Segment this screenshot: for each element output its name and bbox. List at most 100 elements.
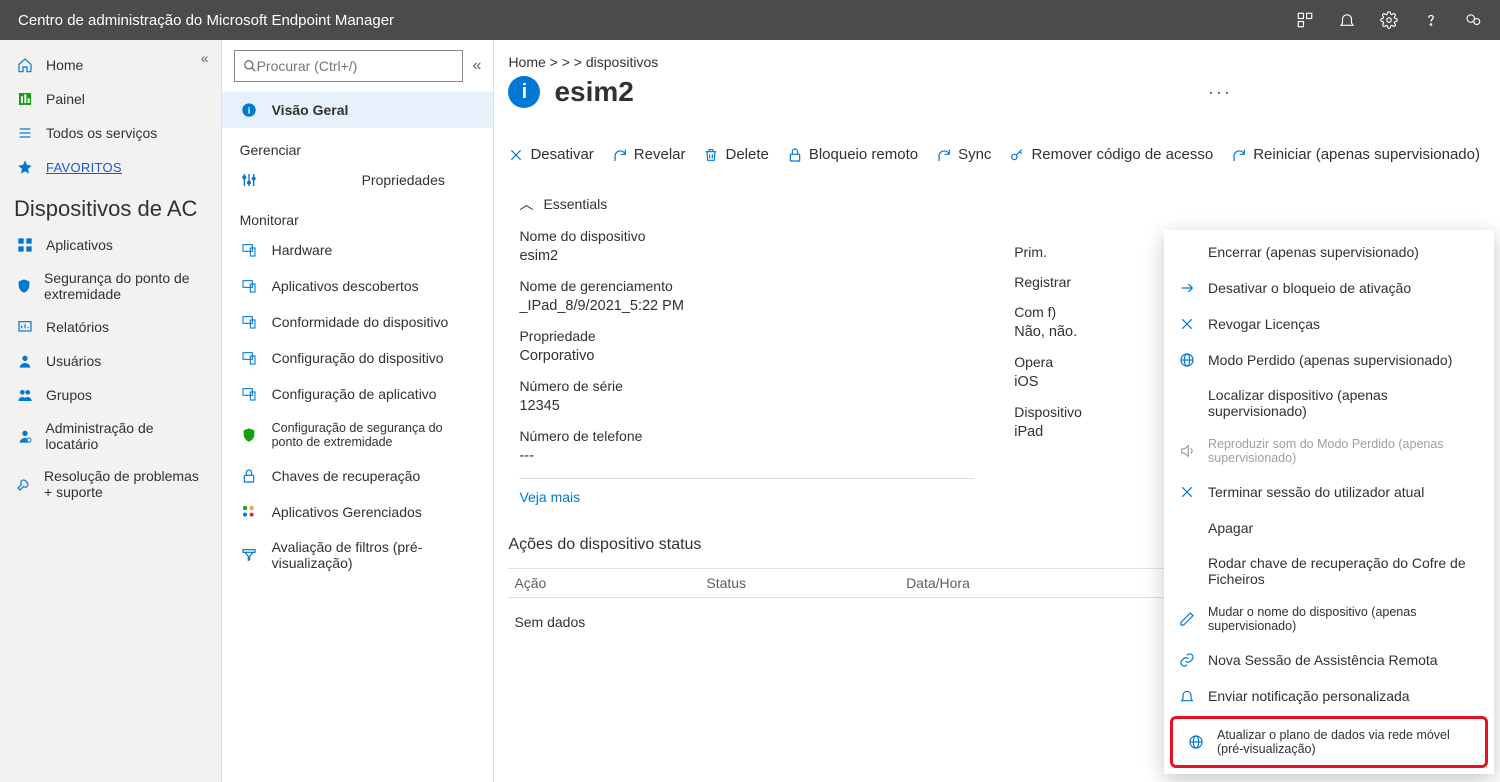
sub-nav: « i Visão Geral Gerenciar Propriedades M… xyxy=(222,40,495,782)
shield-icon xyxy=(16,277,32,295)
refresh-icon xyxy=(1231,147,1247,163)
page-info-icon: i xyxy=(508,76,540,108)
x-icon xyxy=(1178,315,1196,333)
globe-icon xyxy=(1178,351,1196,369)
breadcrumb[interactable]: Home > > > dispositivos xyxy=(508,54,1480,70)
more-icon[interactable]: ··· xyxy=(1208,82,1232,103)
none-icon xyxy=(1178,519,1196,537)
nav2-item-5[interactable]: Administração de locatário xyxy=(0,412,221,460)
status-col-2: Data/Hora xyxy=(906,575,970,591)
content: Home > > > dispositivos i esim2 ··· Desa… xyxy=(494,40,1500,782)
shield-green-icon xyxy=(240,426,258,444)
ctx-item-0[interactable]: Encerrar (apenas supervisionado) xyxy=(1164,234,1494,270)
cmd-6[interactable]: Reiniciar (apenas supervisionado) xyxy=(1231,146,1480,163)
ctx-item-8[interactable]: Rodar chave de recuperação do Cofre de F… xyxy=(1164,546,1494,596)
nav2-item-4[interactable]: Grupos xyxy=(0,378,221,412)
pencil-icon xyxy=(1178,610,1196,628)
home-icon xyxy=(16,56,34,74)
monitor-item-2[interactable]: Conformidade do dispositivo xyxy=(222,304,494,340)
monitor-item-1[interactable]: Aplicativos descobertos xyxy=(222,268,494,304)
field-left-2: PropriedadeCorporativo xyxy=(519,328,974,364)
monitor-item-7[interactable]: Aplicativos Gerenciados xyxy=(222,494,494,530)
status-col-1: Status xyxy=(706,575,746,591)
field-left-4: Número de telefone--- xyxy=(519,428,974,464)
collapse-left-icon[interactable]: « xyxy=(201,50,209,66)
cmd-3[interactable]: Bloqueio remoto xyxy=(787,146,918,163)
lock-icon xyxy=(787,147,803,163)
essentials-toggle[interactable]: ︿ Essentials xyxy=(519,194,974,214)
none-icon xyxy=(1178,243,1196,261)
group-icon xyxy=(16,386,34,404)
collapse-subnav-icon[interactable]: « xyxy=(473,57,482,75)
globe-icon xyxy=(1187,733,1205,751)
link-icon xyxy=(1178,651,1196,669)
ctx-item-3[interactable]: Modo Perdido (apenas supervisionado) xyxy=(1164,342,1494,378)
svg-text:i: i xyxy=(247,105,250,115)
gear-icon[interactable] xyxy=(1380,11,1398,29)
nav-item-1[interactable]: Painel xyxy=(0,82,221,116)
help-icon[interactable] xyxy=(1422,11,1440,29)
grid-icon xyxy=(16,236,34,254)
user-icon xyxy=(16,352,34,370)
field-left-0: Nome do dispositivoesim2 xyxy=(519,228,974,264)
apps-icon xyxy=(240,503,258,521)
directory-icon[interactable] xyxy=(1296,11,1314,29)
ctx-item-11[interactable]: Enviar notificação personalizada xyxy=(1164,678,1494,714)
subnav-overview[interactable]: i Visão Geral xyxy=(222,92,494,128)
device-icon xyxy=(240,349,258,367)
cmd-2[interactable]: Delete xyxy=(703,146,768,163)
cmd-4[interactable]: Sync xyxy=(936,146,991,163)
ctx-item-1[interactable]: Desativar o bloqueio de ativação xyxy=(1164,270,1494,306)
nav-item-2[interactable]: Todos os serviços xyxy=(0,116,221,150)
monitor-item-0[interactable]: Hardware xyxy=(222,232,494,268)
ctx-item-10[interactable]: Nova Sessão de Assistência Remota xyxy=(1164,642,1494,678)
ctx-item-6[interactable]: Terminar sessão do utilizador atual xyxy=(1164,474,1494,510)
status-col-0: Ação xyxy=(514,575,546,591)
x-icon xyxy=(508,147,524,163)
none-icon xyxy=(1178,562,1196,580)
nav2-item-6[interactable]: Resolução de problemas + suporte xyxy=(0,460,221,508)
refresh-icon xyxy=(936,147,952,163)
device-icon xyxy=(240,241,258,259)
left-nav: « HomePainelTodos os serviçosFAVORITOS D… xyxy=(0,40,222,782)
feedback-icon[interactable] xyxy=(1464,11,1482,29)
ctx-item-5: Reproduzir som do Modo Perdido (apenas s… xyxy=(1164,428,1494,474)
nav-item-0[interactable]: Home xyxy=(0,48,221,82)
device-icon xyxy=(240,313,258,331)
monitor-item-3[interactable]: Configuração do dispositivo xyxy=(222,340,494,376)
nav2-item-3[interactable]: Usuários xyxy=(0,344,221,378)
ctx-item-4[interactable]: Localizar dispositivo (apenas supervisio… xyxy=(1164,378,1494,428)
monitor-item-4[interactable]: Configuração de aplicativo xyxy=(222,376,494,412)
nav2-item-0[interactable]: Aplicativos xyxy=(0,228,221,262)
manage-item-0[interactable]: Propriedades xyxy=(222,162,494,198)
key-icon xyxy=(1009,147,1025,163)
star-icon xyxy=(16,158,34,176)
ctx-item-9[interactable]: Mudar o nome do dispositivo (apenas supe… xyxy=(1164,596,1494,642)
subnav-manage-group: Gerenciar xyxy=(222,128,494,162)
filter-icon xyxy=(240,546,258,564)
dashboard-icon xyxy=(16,90,34,108)
cmd-0[interactable]: Desativar xyxy=(508,146,593,163)
report-icon xyxy=(16,318,34,336)
ctx-item-2[interactable]: Revogar Licenças xyxy=(1164,306,1494,342)
ctx-item-7[interactable]: Apagar xyxy=(1164,510,1494,546)
cmd-1[interactable]: Revelar xyxy=(612,146,686,163)
field-left-3: Número de série12345 xyxy=(519,378,974,414)
monitor-item-6[interactable]: Chaves de recuperação xyxy=(222,458,494,494)
nav2-item-2[interactable]: Relatórios xyxy=(0,310,221,344)
cmd-5[interactable]: Remover código de acesso xyxy=(1009,146,1213,163)
search-box[interactable] xyxy=(234,50,463,82)
monitor-item-8[interactable]: Avaliação de filtros (pré-visualização) xyxy=(222,530,494,580)
ctx-item-12[interactable]: Atualizar o plano de dados via rede móve… xyxy=(1173,719,1485,765)
nav-item-3[interactable]: FAVORITOS xyxy=(0,150,221,184)
highlight-ctx: Atualizar o plano de dados via rede móve… xyxy=(1170,716,1488,768)
page-title: esim2 xyxy=(554,76,633,108)
search-input[interactable] xyxy=(257,58,454,74)
list-icon xyxy=(16,124,34,142)
nav2-item-1[interactable]: Segurança do ponto de extremidade xyxy=(0,262,221,310)
see-more-link[interactable]: Veja mais xyxy=(519,478,974,505)
monitor-item-5[interactable]: Configuração de segurança do ponto de ex… xyxy=(222,412,494,458)
bell-icon[interactable] xyxy=(1338,11,1356,29)
admin-icon xyxy=(16,427,33,445)
chevron-up-icon: ︿ xyxy=(519,194,533,214)
